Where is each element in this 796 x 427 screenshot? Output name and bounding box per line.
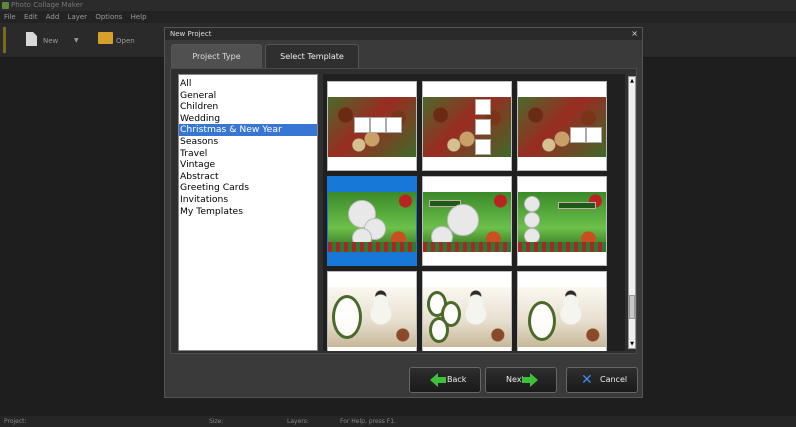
x-icon: ✕ <box>581 372 593 388</box>
category-item[interactable]: Greeting Cards <box>179 182 317 194</box>
scroll-up-icon[interactable]: ▲ <box>629 77 635 85</box>
template-thumbnail-selected[interactable] <box>327 176 417 266</box>
app-title: Photo Collage Maker <box>11 1 83 9</box>
new-project-dialog: New Project × Project Type Select Templa… <box>164 27 643 398</box>
chevron-down-icon[interactable]: ▼ <box>74 29 79 53</box>
cancel-button[interactable]: ✕ Cancel <box>566 367 638 393</box>
template-thumbnail[interactable] <box>517 81 607 171</box>
arrow-left-icon <box>430 373 446 387</box>
category-item[interactable]: General <box>179 90 317 102</box>
category-item-selected[interactable]: Christmas & New Year <box>179 124 317 136</box>
template-image <box>518 97 606 157</box>
menu-layer[interactable]: Layer <box>68 11 88 23</box>
menu-file[interactable]: File <box>4 11 16 23</box>
tab-project-type[interactable]: Project Type <box>171 44 262 68</box>
template-image <box>518 192 606 252</box>
category-item[interactable]: My Templates <box>179 206 317 218</box>
template-scrollbar[interactable]: ▲ ▼ <box>628 76 636 349</box>
template-thumbnail[interactable] <box>327 81 417 171</box>
template-thumbnail[interactable] <box>422 81 512 171</box>
status-layers: Layers: <box>287 418 309 425</box>
tab-select-template[interactable]: Select Template <box>265 44 359 68</box>
open-label: Open <box>116 37 135 45</box>
status-size: Size: <box>209 418 224 425</box>
category-item[interactable]: Vintage <box>179 159 317 171</box>
template-image <box>518 287 606 347</box>
template-image <box>423 287 511 347</box>
new-label: New <box>43 37 59 45</box>
menu-options[interactable]: Options <box>95 11 122 23</box>
status-help: For Help, press F1. <box>340 418 396 425</box>
template-grid <box>323 74 625 351</box>
template-image <box>423 97 511 157</box>
template-thumbnail[interactable] <box>517 176 607 266</box>
category-list: All General Children Wedding Christmas &… <box>178 74 318 351</box>
toolbar-grip[interactable] <box>3 27 6 53</box>
category-item[interactable]: Invitations <box>179 194 317 206</box>
category-item[interactable]: Seasons <box>179 136 317 148</box>
template-image <box>423 192 511 252</box>
category-item[interactable]: All <box>179 78 317 90</box>
template-panel: All General Children Wedding Christmas &… <box>170 68 637 354</box>
folder-icon <box>98 32 113 44</box>
back-button[interactable]: Back <box>409 367 481 393</box>
category-item[interactable]: Travel <box>179 148 317 160</box>
back-label: Back <box>447 375 467 384</box>
app-icon <box>2 2 9 9</box>
scrollbar-thumb[interactable] <box>629 295 635 319</box>
cancel-label: Cancel <box>600 375 628 384</box>
template-thumbnail[interactable] <box>327 271 417 351</box>
status-project: Project: <box>4 418 27 425</box>
close-icon[interactable]: × <box>631 28 638 40</box>
dialog-titlebar: New Project × <box>165 28 642 40</box>
template-thumbnail[interactable] <box>422 176 512 266</box>
category-item[interactable]: Children <box>179 101 317 113</box>
menu-edit[interactable]: Edit <box>24 11 38 23</box>
template-image <box>328 192 416 252</box>
menu-bar: File Edit Add Layer Options Help <box>0 11 796 23</box>
next-button[interactable]: Next <box>485 367 557 393</box>
arrow-right-icon <box>522 373 538 387</box>
template-image <box>328 287 416 347</box>
template-image <box>328 97 416 157</box>
new-document-icon <box>26 32 37 46</box>
category-item[interactable]: Wedding <box>179 113 317 125</box>
scroll-down-icon[interactable]: ▼ <box>629 340 635 348</box>
app-titlebar: Photo Collage Maker <box>0 0 796 11</box>
category-item[interactable]: Abstract <box>179 171 317 183</box>
status-bar: Project: Size: Layers: For Help, press F… <box>0 416 796 427</box>
template-thumbnail[interactable] <box>422 271 512 351</box>
menu-help[interactable]: Help <box>131 11 147 23</box>
menu-add[interactable]: Add <box>46 11 60 23</box>
template-thumbnail[interactable] <box>517 271 607 351</box>
dialog-title: New Project <box>170 30 212 38</box>
